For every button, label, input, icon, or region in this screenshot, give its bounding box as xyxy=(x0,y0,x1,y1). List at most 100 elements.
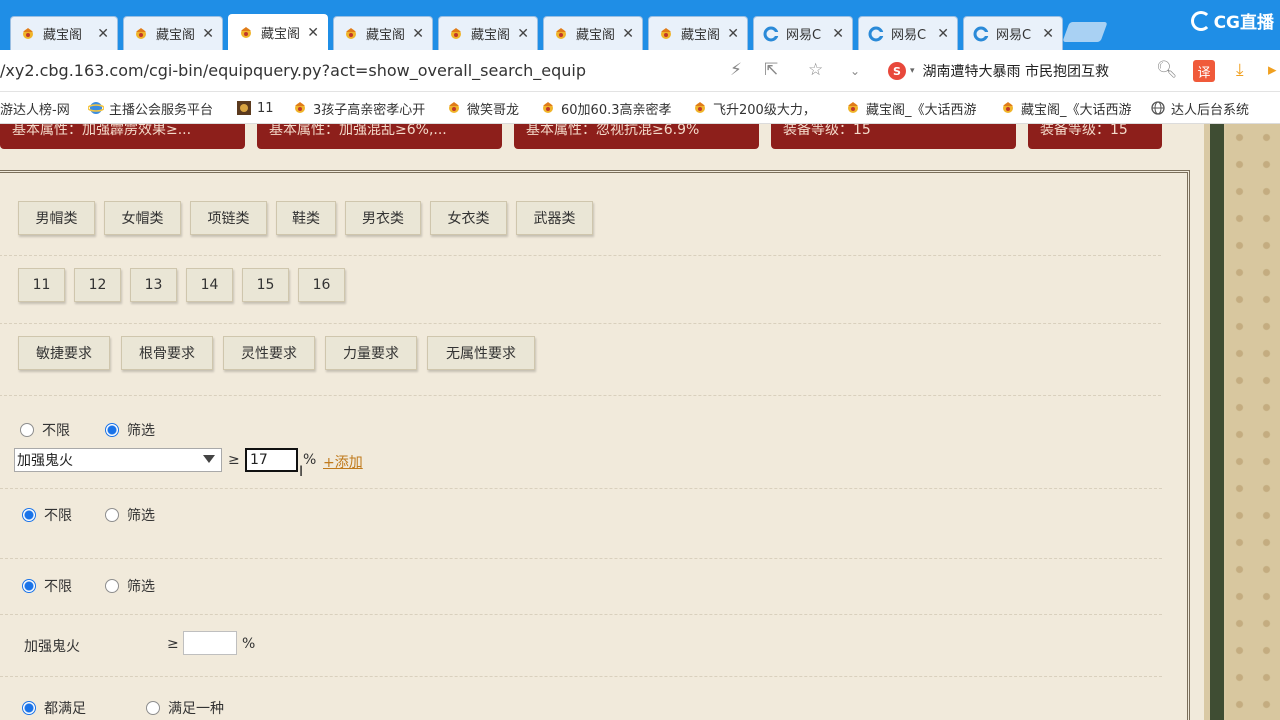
bookmark-item[interactable]: 游达人榜-网 xyxy=(0,98,78,118)
filter1-unlimited-radio[interactable]: 不限 xyxy=(20,420,70,440)
level-button[interactable]: 13 xyxy=(130,268,177,302)
browser-tab[interactable]: 藏宝阁 ✕ xyxy=(228,14,328,50)
bookmark-item[interactable]: 飞升200级大力， xyxy=(692,98,838,118)
browser-tab[interactable]: 藏宝阁 ✕ xyxy=(543,16,643,50)
match-all-radio[interactable]: 都满足 xyxy=(22,698,86,718)
close-icon[interactable]: ✕ xyxy=(1042,26,1054,42)
attribute-tag[interactable]: 基本属性：加强霹雳效果≥... xyxy=(0,124,245,149)
decorative-pattern xyxy=(1226,124,1280,720)
category-button[interactable]: 项链类 xyxy=(190,201,267,235)
star-icon[interactable]: ☆ xyxy=(808,60,823,80)
lightning-icon[interactable]: ⚡ xyxy=(730,60,742,80)
filter3-unlimited-radio[interactable]: 不限 xyxy=(22,576,72,596)
translate-icon[interactable]: 译 xyxy=(1193,60,1215,82)
close-icon[interactable]: ✕ xyxy=(202,26,214,42)
bookmark-label: 藏宝阁_《大话西游 xyxy=(1021,102,1132,118)
bookmark-item[interactable]: 3孩子高亲密孝心开 xyxy=(292,98,440,118)
level-button[interactable]: 15 xyxy=(242,268,289,302)
category-button[interactable]: 男帽类 xyxy=(18,201,95,235)
attribute-tag[interactable]: 装备等级：15 xyxy=(771,124,1016,149)
category-button[interactable]: 鞋类 xyxy=(276,201,336,235)
requirement-button[interactable]: 根骨要求 xyxy=(121,336,213,370)
share-icon[interactable]: ⇱ xyxy=(764,60,778,80)
search-icon[interactable]: 🔍︎ xyxy=(1156,60,1178,80)
tab-label: 网易C xyxy=(891,28,927,43)
value-input[interactable] xyxy=(245,448,298,472)
filter2-unlimited-radio[interactable]: 不限 xyxy=(22,505,72,525)
bookmark-label: 微笑哥龙 xyxy=(467,102,520,118)
dragon-icon xyxy=(1000,100,1016,116)
level-button[interactable]: 11 xyxy=(18,268,65,302)
requirement-button[interactable]: 力量要求 xyxy=(325,336,417,370)
bookmark-item[interactable]: 主播公会服务平台 xyxy=(88,98,230,118)
divider xyxy=(0,614,1162,615)
attribute-tag[interactable]: 基本属性：加强混乱≥6%,... xyxy=(257,124,502,149)
requirement-button[interactable]: 敏捷要求 xyxy=(18,336,110,370)
requirement-button[interactable]: 灵性要求 xyxy=(223,336,315,370)
bookmark-item[interactable]: 藏宝阁_《大话西游 xyxy=(845,98,993,118)
match-any-radio[interactable]: 满足一种 xyxy=(146,698,224,718)
radio-label: 筛选 xyxy=(127,579,155,595)
browser-tab[interactable]: 藏宝阁 ✕ xyxy=(10,16,118,50)
tab-label: 藏宝阁 xyxy=(471,28,511,43)
close-icon[interactable]: ✕ xyxy=(97,26,109,42)
text-cursor-icon: I xyxy=(299,464,304,480)
category-button[interactable]: 女衣类 xyxy=(430,201,507,235)
filter3-filter-radio[interactable]: 筛选 xyxy=(105,576,155,596)
close-icon[interactable]: ✕ xyxy=(517,26,529,42)
url-field[interactable]: /xy2.cbg.163.com/cgi-bin/equipquery.py?a… xyxy=(0,61,586,80)
bookmark-item[interactable]: 藏宝阁_《大话西游 xyxy=(1000,98,1146,118)
value-input-2[interactable] xyxy=(183,631,237,655)
new-tab-button[interactable] xyxy=(1062,22,1108,42)
close-icon[interactable]: ✕ xyxy=(307,25,319,41)
bookmark-item[interactable]: 60加60.3高亲密孝 xyxy=(540,98,686,118)
level-button[interactable]: 12 xyxy=(74,268,121,302)
attribute-tag[interactable]: 基本属性：忽视抗混≥6.9% xyxy=(514,124,759,149)
radio-label: 都满足 xyxy=(44,701,86,717)
close-icon[interactable]: ✕ xyxy=(412,26,424,42)
bookmark-label: 达人后台系统 xyxy=(1171,102,1250,118)
close-icon[interactable]: ✕ xyxy=(832,26,844,42)
browser-tab[interactable]: 网易C ✕ xyxy=(858,16,958,50)
decorative-border xyxy=(1204,124,1280,720)
address-bar: /xy2.cbg.163.com/cgi-bin/equipquery.py?a… xyxy=(0,50,1280,92)
level-button[interactable]: 16 xyxy=(298,268,345,302)
cg-logo-icon xyxy=(1190,10,1211,31)
news-ticker[interactable]: S ▾ 湖南遭特大暴雨 市民抱团互救 xyxy=(888,61,1109,81)
attribute-select[interactable]: 加强鬼火 xyxy=(14,448,222,472)
ge-symbol: ≥ xyxy=(167,636,179,652)
download-icon[interactable]: ⤓ xyxy=(1236,60,1244,80)
browser-tab[interactable]: 藏宝阁 ✕ xyxy=(333,16,433,50)
radio-label: 不限 xyxy=(42,423,70,439)
browser-tab[interactable]: 网易C ✕ xyxy=(963,16,1063,50)
filter1-filter-radio[interactable]: 筛选 xyxy=(105,420,155,440)
overflow-icon[interactable]: ▸ xyxy=(1268,60,1277,80)
browser-tab[interactable]: 网易C ✕ xyxy=(753,16,853,50)
radio-label: 满足一种 xyxy=(168,701,224,717)
attribute-select-value: 加强鬼火 xyxy=(17,453,73,469)
browser-tab[interactable]: 藏宝阁 ✕ xyxy=(123,16,223,50)
category-button[interactable]: 男衣类 xyxy=(345,201,421,235)
filter2-filter-radio[interactable]: 筛选 xyxy=(105,505,155,525)
add-filter-link[interactable]: +添加 xyxy=(323,452,363,472)
category-button[interactable]: 武器类 xyxy=(516,201,593,235)
globe-icon xyxy=(1150,100,1166,116)
close-icon[interactable]: ✕ xyxy=(937,26,949,42)
browser-tab[interactable]: 藏宝阁 ✕ xyxy=(648,16,748,50)
bookmark-item[interactable]: 微笑哥龙 xyxy=(446,98,534,118)
ie-icon xyxy=(88,100,104,116)
radio-label: 不限 xyxy=(44,579,72,595)
browser-tab[interactable]: 藏宝阁 ✕ xyxy=(438,16,538,50)
close-icon[interactable]: ✕ xyxy=(622,26,634,42)
radio-label: 不限 xyxy=(44,508,72,524)
category-button[interactable]: 女帽类 xyxy=(104,201,181,235)
bookmark-item[interactable]: 达人后台系统 xyxy=(1150,98,1262,118)
requirement-button[interactable]: 无属性要求 xyxy=(427,336,535,370)
chevron-down-icon[interactable]: ⌄ xyxy=(850,64,860,78)
close-icon[interactable]: ✕ xyxy=(727,26,739,42)
level-button[interactable]: 14 xyxy=(186,268,233,302)
attribute-tag[interactable]: 装备等级：15 xyxy=(1028,124,1162,149)
decorative-bar xyxy=(1210,124,1224,720)
bookmark-item[interactable]: 11 xyxy=(236,98,288,118)
browser-tab-strip: 藏宝阁 ✕ 藏宝阁 ✕ 藏宝阁 ✕ 藏宝阁 ✕ 藏宝阁 ✕ 藏宝阁 ✕ 藏宝阁 ✕ 网易C ✕ 网易C ✕ 网易C ✕… xyxy=(0,0,1280,50)
